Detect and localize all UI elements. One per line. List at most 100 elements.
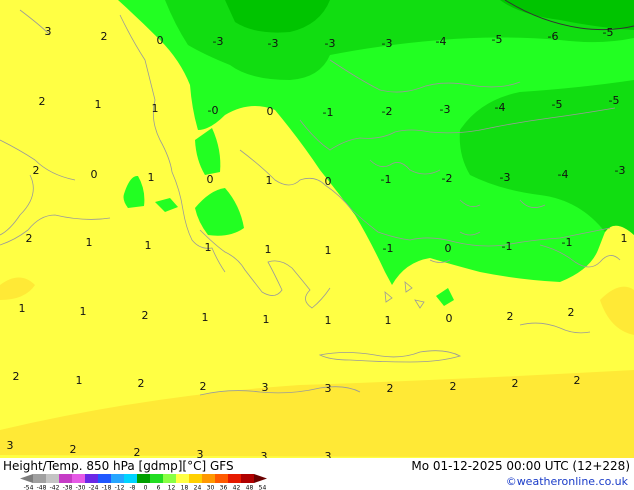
temp-label: 1 xyxy=(76,374,83,387)
temp-label: 2 xyxy=(70,443,77,456)
temp-label: 2 xyxy=(142,309,149,322)
temp-label: 1 xyxy=(325,244,332,257)
temp-label: 1 xyxy=(80,305,87,318)
temp-label: -5 xyxy=(603,26,614,39)
colorbar-swatch xyxy=(163,474,176,483)
map-title: Height/Temp. 850 hPa [gdmp][°C] GFS xyxy=(3,459,234,473)
temp-label: -1 xyxy=(323,106,334,119)
temp-label: 0 xyxy=(445,242,452,255)
temp-label: 2 xyxy=(507,310,514,323)
colorbar-tick-label: -8 xyxy=(130,485,136,490)
temp-label: -3 xyxy=(382,37,393,50)
map-footer: Height/Temp. 850 hPa [gdmp][°C] GFS Mo 0… xyxy=(0,458,634,490)
temp-label: 2 xyxy=(13,370,20,383)
temp-label: 3 xyxy=(325,382,332,395)
temp-label: 1 xyxy=(19,302,26,315)
colorbar-ticks: -54 -48 -42 -38 -30 -24 -18 -12 -8 0 6 12 18 24 30 36 42… xyxy=(24,485,267,490)
temp-label: -2 xyxy=(382,105,393,118)
colorbar-tick-label: -38 xyxy=(63,485,73,490)
temp-label: -3 xyxy=(325,37,336,50)
colorbar-tick-label: 12 xyxy=(168,485,176,490)
colorbar-swatch xyxy=(241,474,254,483)
temp-label: 1 xyxy=(621,232,628,245)
colorbar-swatch xyxy=(46,474,59,483)
temp-label: -5 xyxy=(552,98,563,111)
colorbar-swatch xyxy=(111,474,124,483)
temperature-field: 3 2 0 -3 -3 -3 -3 -4 -5 -6 -5 2 1 1 -0 0 -1 -2 -3 -4 -5 -5 2 0 1… xyxy=(0,0,634,458)
temp-label: 0 xyxy=(325,175,332,188)
temp-label: 2 xyxy=(574,374,581,387)
temp-label: 2 xyxy=(26,232,33,245)
colorbar-legend: -54 -48 -42 -38 -30 -24 -18 -12 -8 0 6 12 18 24 30 36 42… xyxy=(20,474,267,490)
colorbar-tick-label: 24 xyxy=(194,485,202,490)
temp-label: 0 xyxy=(157,34,164,47)
temp-label: 3 xyxy=(197,448,204,458)
temp-label: 1 xyxy=(86,236,93,249)
colorbar-tick-label: -30 xyxy=(76,485,86,490)
temp-label: 1 xyxy=(263,313,270,326)
temp-label: -1 xyxy=(383,242,394,255)
temp-label: 2 xyxy=(134,446,141,458)
colorbar-swatch xyxy=(202,474,215,483)
temp-label: -4 xyxy=(558,168,569,181)
weather-map: 3 2 0 -3 -3 -3 -3 -4 -5 -6 -5 2 1 1 -0 0 -1 -2 -3 -4 -5 -5 2 0 1… xyxy=(0,0,634,458)
temp-label: 1 xyxy=(325,314,332,327)
colorbar-swatch xyxy=(254,474,267,483)
temp-label: 2 xyxy=(200,380,207,393)
temp-label: -4 xyxy=(495,101,506,114)
credit-link[interactable]: ©weatheronline.co.uk xyxy=(506,475,628,488)
colorbar-tick-label: -12 xyxy=(115,485,125,490)
temp-label: 2 xyxy=(568,306,575,319)
temp-label: -2 xyxy=(442,172,453,185)
temp-label: 2 xyxy=(101,30,108,43)
colorbar-tick-label: -54 xyxy=(24,485,34,490)
temp-label: -1 xyxy=(381,173,392,186)
temp-label: 3 xyxy=(45,25,52,38)
temp-label: 2 xyxy=(512,377,519,390)
colorbar-tick-label: -42 xyxy=(50,485,60,490)
temp-label: -3 xyxy=(615,164,626,177)
temp-label: 3 xyxy=(7,439,14,452)
temp-label: -1 xyxy=(562,236,573,249)
temp-label: 3 xyxy=(325,450,332,458)
colorbar-tick-label: 36 xyxy=(220,485,228,490)
temp-label: 1 xyxy=(152,102,159,115)
temp-label: -3 xyxy=(500,171,511,184)
colorbar-swatch xyxy=(20,474,33,483)
temp-label: -4 xyxy=(436,35,447,48)
temp-label: 0 xyxy=(267,105,274,118)
temp-label: 1 xyxy=(202,311,209,324)
temp-label: 1 xyxy=(385,314,392,327)
colorbar-tick-label: 6 xyxy=(157,485,161,490)
colorbar-swatch xyxy=(176,474,189,483)
temp-label: 2 xyxy=(33,164,40,177)
temp-label: -6 xyxy=(548,30,559,43)
colorbar-swatch xyxy=(72,474,85,483)
temp-label: 1 xyxy=(266,174,273,187)
colorbar-tick-label: 30 xyxy=(207,485,215,490)
temp-label: 2 xyxy=(387,382,394,395)
temp-label: 1 xyxy=(95,98,102,111)
colorbar-swatch xyxy=(85,474,98,483)
temp-label: 1 xyxy=(205,241,212,254)
temp-label: -0 xyxy=(208,104,219,117)
colorbar-swatch xyxy=(189,474,202,483)
colorbar-swatch xyxy=(124,474,137,483)
temp-label: 1 xyxy=(148,171,155,184)
colorbar-tick-label: 54 xyxy=(259,485,267,490)
colorbar-tick-label: 18 xyxy=(181,485,189,490)
colorbar-swatch xyxy=(98,474,111,483)
colorbar-tick-label: -48 xyxy=(37,485,47,490)
colorbar-tick-label: -18 xyxy=(102,485,112,490)
colorbar-swatch xyxy=(137,474,150,483)
temp-label: -3 xyxy=(213,35,224,48)
temp-label: 2 xyxy=(39,95,46,108)
colorbar-swatch xyxy=(215,474,228,483)
colorbar-swatch xyxy=(228,474,241,483)
colorbar-tick-label: 48 xyxy=(246,485,254,490)
temp-label: -3 xyxy=(440,103,451,116)
colorbar-tick-label: 0 xyxy=(144,485,148,490)
run-time-info: Mo 01-12-2025 00:00 UTC (12+228) xyxy=(411,459,630,473)
temp-label: -5 xyxy=(492,33,503,46)
temp-label: 2 xyxy=(450,380,457,393)
